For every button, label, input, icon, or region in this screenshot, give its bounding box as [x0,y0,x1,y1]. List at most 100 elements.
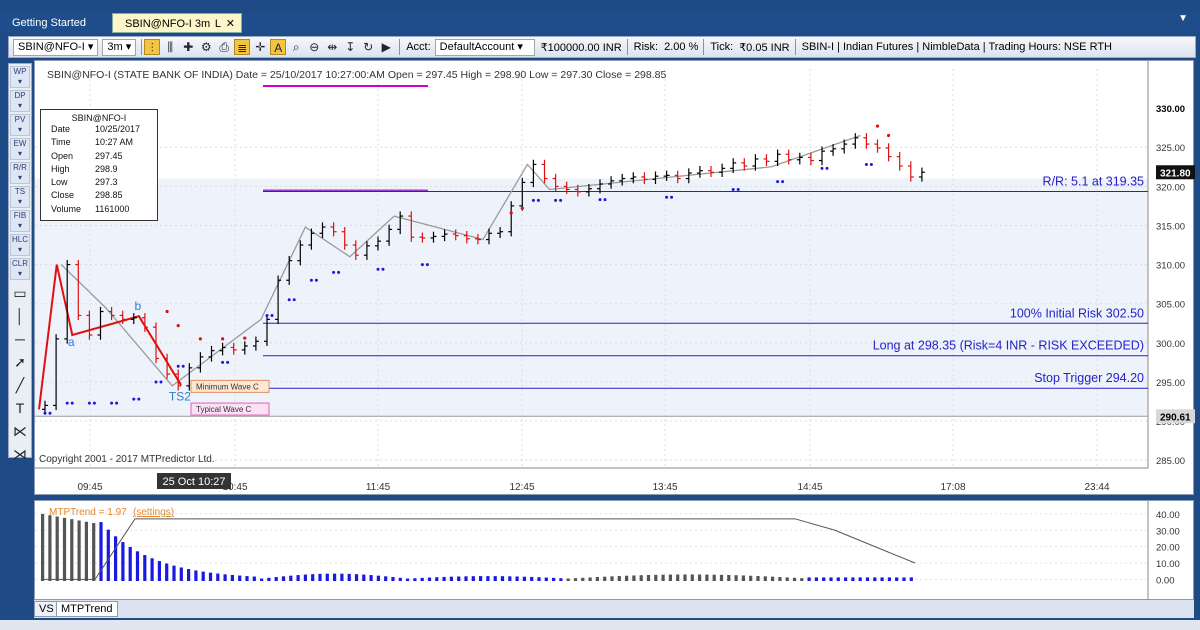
zoom-in-icon[interactable]: ✚ [180,39,196,55]
symbol-value: SBIN@NFO-I [18,40,85,53]
risk-value[interactable]: 2.00 % [664,41,698,53]
price-chart-panel[interactable]: 09:45 10:45 11:45 12:45 13:45 14:45 17:08 23:44… [34,60,1195,496]
ind-histogram-bar [376,575,380,581]
tool-wp[interactable]: WP ▾ [10,66,30,88]
tab-chart[interactable]: SBIN@NFO-I 3m L ✕ [112,13,242,33]
tool-fib[interactable]: FIB ▾ [10,210,30,232]
ind-histogram-bar [603,576,607,581]
account-select[interactable]: DefaultAccount ▾ [434,38,535,56]
ind-histogram-bar [187,569,191,581]
tool-ew[interactable]: EW ▾ [10,138,30,160]
ind-settings-link[interactable]: (settings) [133,507,174,518]
trailing-stop-dot [314,278,318,282]
indicator-chart[interactable]: 40.00 30.00 20.00 10.00 0.00 MTPTrend = 1.97 (… [35,501,1195,601]
close-icon[interactable]: ✕ [226,14,235,34]
tool-label: DP [14,91,26,100]
trailing-stop-dot [820,166,824,170]
wave-tool-icon[interactable]: ⋉ [10,421,30,441]
crosshair-icon[interactable]: ✛ [252,39,268,55]
price-bar [874,139,881,153]
play-icon[interactable]: ▶ [378,39,394,55]
search-icon[interactable]: ⌕ [288,39,304,55]
ind-histogram-bar [617,576,621,581]
trendline-tool-icon[interactable]: ╱ [10,375,30,395]
data-window: SBIN@NFO-I Date 10/25/2017 Time 10:27 AM O… [40,109,158,221]
text-a-icon[interactable]: A [270,39,287,55]
trailing-stop-dot [43,411,47,415]
search-minus-icon[interactable]: ⊖ [306,39,322,55]
document-tab-bar: Getting Started SBIN@NFO-I 3m L ✕ ▼ [0,13,1200,33]
ind-histogram-bar [559,578,563,581]
ind-histogram-bar [712,574,716,581]
red-stop-dot [176,324,180,328]
ind-histogram-bar [135,551,140,581]
pin-icon[interactable]: L [215,14,221,34]
vertical-line-tool-icon[interactable]: │ [10,306,30,326]
tool-rr[interactable]: R/R ▾ [10,162,30,184]
ind-histogram-bar [887,577,891,581]
data-value: 297.3 [95,177,118,188]
red-stop-dot [221,337,225,341]
trailing-stop-dot [781,180,785,184]
rectangle-tool-icon[interactable]: ▭ [10,283,30,303]
tab-label: SBIN@NFO-I 3m [125,18,211,30]
tab-getting-started[interactable]: Getting Started [0,13,110,33]
zigzag-tool-icon[interactable]: ⋊ [10,444,30,464]
gear-icon[interactable]: ⚙ [198,39,214,55]
price-bar [796,152,803,165]
trailing-stop-dot [176,364,180,368]
data-row: Open 297.45 [41,150,157,163]
magnet-icon[interactable]: ↧ [342,39,358,55]
trailing-stop-dot [603,198,607,202]
trailing-stop-dot [159,380,163,384]
red-stop-dot [520,206,524,210]
symbol-select[interactable]: SBIN@NFO-I ▾ [13,38,99,56]
ind-histogram-bar [814,577,818,581]
ind-histogram-bar [150,558,154,581]
trailing-stop-dot [226,360,230,364]
horizontal-line-tool-icon[interactable]: ─ [10,329,30,349]
tab-label: Getting Started [12,17,86,29]
list-icon[interactable]: ≣ [234,39,251,55]
tool-pv[interactable]: PV ▾ [10,114,30,136]
data-row: Low 297.3 [41,176,157,189]
tool-clr[interactable]: CLR ▾ [10,258,30,280]
indicator-panel[interactable]: 40.00 30.00 20.00 10.00 0.00 MTPTrend = 1.97 (… [34,500,1195,601]
chart-header: SBIN@NFO-I (STATE BANK OF INDIA) Date = … [47,69,666,81]
y-tick-label: 285.00 [1156,456,1185,467]
tool-label: R/R [13,163,27,172]
ind-histogram-bar [573,578,578,581]
y-tick-label: 295.00 [1156,378,1185,389]
text-tool-icon[interactable]: T [10,398,30,418]
arrow-tool-icon[interactable]: ➚ [10,352,30,372]
tool-dp[interactable]: DP ▾ [10,90,30,112]
ind-histogram-bar [457,576,461,581]
ind-histogram-bar [435,577,439,581]
panel-tab-bar: VS MTPTrend [34,600,1194,618]
ind-histogram-bar [690,574,694,581]
interval-select[interactable]: 3m ▾ [102,38,137,56]
red-stop-dot [875,124,880,128]
ind-histogram-bar [895,577,899,581]
refresh-icon[interactable]: ↻ [360,39,376,55]
price-chart[interactable]: 09:45 10:45 11:45 12:45 13:45 14:45 17:08 23:44… [35,61,1195,496]
top-price-tag: 330.00 [1156,104,1185,115]
ind-histogram-bar [449,576,453,581]
trailing-stop-dot [665,195,669,199]
trailing-stop-dot [92,401,96,405]
cursor-move-icon[interactable]: ⇹ [324,39,340,55]
bars-icon[interactable]: ⫶ [144,39,161,55]
print-icon[interactable]: ⎙ [216,39,232,55]
trailing-stop-dot [531,198,535,202]
ind-histogram-bar [763,576,767,581]
window-menu-icon[interactable]: ▼ [1178,13,1188,24]
ind-histogram-bar [70,519,74,581]
tool-hlc[interactable]: HLC ▾ [10,234,30,256]
tool-ts[interactable]: TS ▾ [10,186,30,208]
ind-histogram-bar [544,577,548,581]
candles-icon[interactable]: ⫼ [162,39,178,55]
data-value: 10:27 AM [95,137,134,148]
y-tick-label: 305.00 [1156,300,1185,311]
tab-mtptrend[interactable]: MTPTrend [56,601,118,617]
tab-vs[interactable]: VS [34,601,59,617]
